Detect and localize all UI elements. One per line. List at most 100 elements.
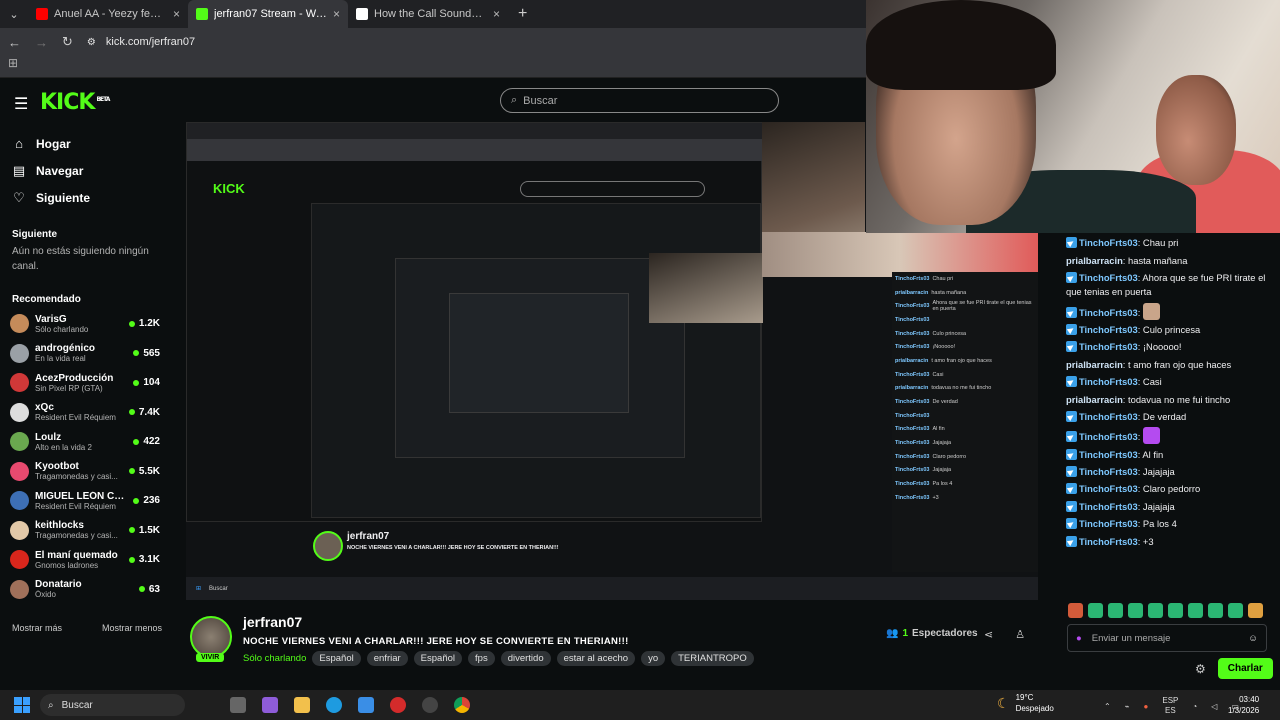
recommended-channel[interactable]: xQc Resident Evil Réquiem 7.4K	[0, 398, 170, 428]
url-text[interactable]: kick.com/jerfran07	[106, 36, 195, 48]
recommended-channel[interactable]: Kyootbot Tragamonedas y casi... 5.5K	[0, 457, 170, 487]
back-icon[interactable]: ←	[8, 35, 21, 50]
send-chat-button[interactable]: Charlar	[1217, 658, 1273, 679]
stream-tag[interactable]: divertido	[500, 651, 551, 666]
chat-message: TinchoFrts03:	[1066, 427, 1274, 445]
streamer-avatar[interactable]	[190, 616, 232, 658]
wifi-icon[interactable]: ◔	[1192, 702, 1197, 711]
chat-settings-gear-icon[interactable]: ⚙	[1195, 662, 1206, 676]
chat-username[interactable]: TinchoFrts03	[1079, 449, 1138, 460]
channel-name: Kyootbot	[35, 461, 79, 473]
tab-close-icon[interactable]: ×	[173, 7, 180, 21]
chat-username[interactable]: TinchoFrts03	[1079, 501, 1138, 512]
record-app-icon[interactable]	[390, 697, 406, 713]
tab-list-chevron-icon[interactable]: ⌄	[0, 8, 28, 21]
channel-avatar	[10, 314, 29, 334]
store-icon[interactable]	[358, 697, 374, 713]
new-tab-button[interactable]: +	[508, 5, 537, 23]
reload-icon[interactable]: ↻	[62, 34, 73, 50]
tray-chevron-icon[interactable]: ⌃	[1104, 702, 1111, 711]
follow-user-icon[interactable]: ♙	[1015, 628, 1025, 641]
chat-message: TinchoFrts03: Pa los 4	[1066, 517, 1274, 531]
obs-icon[interactable]	[422, 697, 438, 713]
chat-username[interactable]: TinchoFrts03	[1079, 483, 1138, 494]
streamer-name[interactable]: jerfran07	[243, 614, 302, 630]
site-info-icon[interactable]: ⚙	[87, 37, 96, 48]
stream-tag[interactable]: estar al acecho	[556, 651, 636, 666]
chat-text: ¡Nooooo!	[1142, 341, 1182, 353]
chat-username[interactable]: TinchoFrts03	[1079, 431, 1138, 442]
chat-username[interactable]: TinchoFrts03	[1079, 411, 1138, 422]
mic-tray-icon[interactable]: ●	[1144, 702, 1149, 711]
recommended-channel[interactable]: AcezProducción Sin Pixel RP (GTA) 104	[0, 368, 170, 398]
file-explorer-icon[interactable]	[294, 697, 310, 713]
apps-grid-icon[interactable]: ⊞	[8, 56, 18, 70]
recommended-channel[interactable]: MIGUEL LEÓN CO... Resident Evil Réquiem …	[0, 486, 170, 516]
sidebar-nav-hogar[interactable]: ⌂ Hogar	[0, 130, 170, 157]
clock[interactable]: 03:40 1/3/2026	[1228, 694, 1259, 716]
chat-username[interactable]: prialbarracin	[1066, 394, 1123, 405]
show-more-button[interactable]: Mostrar más	[12, 623, 62, 633]
sidebar-nav-navegar[interactable]: ▤ Navegar	[0, 157, 170, 184]
recommended-channel[interactable]: keithlocks Tragamonedas y casi... 1.5K	[0, 516, 170, 546]
chat-username[interactable]: prialbarracin	[1066, 359, 1123, 370]
browser-tab[interactable]: Anuel AA - Yeezy feat. Ñengo Flow ×	[28, 0, 188, 28]
chat-username[interactable]: TinchoFrts03	[1079, 307, 1138, 318]
channel-avatar	[10, 550, 29, 570]
stream-tag[interactable]: fps	[468, 651, 495, 666]
tab-close-icon[interactable]: ×	[493, 7, 500, 21]
recommended-channel[interactable]: El maní quemado Gnomos ladrones 3.1K	[0, 545, 170, 575]
stream-tag[interactable]: enfriar	[366, 651, 408, 666]
share-icon[interactable]: ⋖	[984, 628, 993, 641]
browser-tab[interactable]: jerfran07 Stream - Watch Live on Kick ×	[188, 0, 348, 28]
weather-widget[interactable]: ☾ 19°C Despejado	[997, 692, 1054, 714]
chat-username[interactable]: TinchoFrts03	[1079, 341, 1138, 352]
emote-bar[interactable]	[1068, 603, 1268, 619]
chat-username[interactable]: prialbarracin	[1066, 255, 1123, 266]
edge-icon[interactable]	[326, 697, 342, 713]
forward-icon[interactable]: →	[35, 35, 48, 50]
recommended-channel[interactable]: androgénico En la vida real 565	[0, 339, 170, 369]
webcam-overlay	[866, 0, 1280, 233]
language-indicator[interactable]: ESP ES	[1162, 696, 1178, 716]
chat-username[interactable]: TinchoFrts03	[1079, 324, 1138, 335]
stream-tag[interactable]: Español	[312, 651, 361, 666]
recursive-chat-line: TinchoFrts03 Pa los 4	[895, 481, 953, 488]
mic-icon[interactable]: ●	[1076, 633, 1082, 644]
stream-tag[interactable]: TERIANTROPO	[671, 651, 754, 666]
emoji-icon[interactable]: ☺	[1248, 633, 1258, 644]
sidebar-nav-siguiente[interactable]: ♡ Siguiente	[0, 184, 170, 211]
browser-tab-bar: ⌄ Anuel AA - Yeezy feat. Ñengo Flow × je…	[0, 0, 866, 28]
chrome-icon[interactable]	[454, 697, 470, 713]
search-input[interactable]: ⌕ Buscar	[500, 88, 779, 113]
recommended-channel[interactable]: Loulz Alto en la vida 2 422	[0, 427, 170, 457]
chat-username[interactable]: TinchoFrts03	[1079, 272, 1138, 283]
chat-username[interactable]: TinchoFrts03	[1079, 518, 1138, 529]
kick-logo[interactable]: KICK BETA	[40, 90, 110, 115]
network-icon[interactable]: ⌁	[1125, 702, 1130, 711]
chat-username[interactable]: TinchoFrts03	[1079, 376, 1138, 387]
tab-favicon-icon	[36, 8, 48, 20]
browser-tab[interactable]: How the Call Sounds After Zero ×	[348, 0, 508, 28]
task-view-icon[interactable]	[230, 697, 246, 713]
menu-hamburger-icon[interactable]: ☰	[14, 94, 28, 114]
omnibox[interactable]: ⚙ kick.com/jerfran07	[87, 36, 195, 48]
show-less-button[interactable]: Mostrar menos	[102, 623, 162, 633]
chat-username[interactable]: TinchoFrts03	[1079, 466, 1138, 477]
volume-icon[interactable]: ◁	[1211, 702, 1217, 711]
stream-category[interactable]: Sólo charlando	[243, 653, 306, 664]
windows-start-icon[interactable]	[14, 697, 30, 713]
chat-message-input[interactable]: ● Enviar un mensaje ☺	[1067, 624, 1267, 652]
browse-icon: ▤	[12, 162, 26, 178]
copilot-icon[interactable]	[262, 697, 278, 713]
channel-name: Donatario	[35, 579, 82, 591]
stream-tag[interactable]: Español	[413, 651, 463, 666]
tab-close-icon[interactable]: ×	[333, 7, 340, 21]
stream-tag[interactable]: yo	[641, 651, 666, 666]
recommended-channel[interactable]: VarisG Sólo charlando 1.2K	[0, 309, 170, 339]
chat-username[interactable]: TinchoFrts03	[1079, 536, 1138, 547]
recursive-chat-line: TinchoFrts03 Al fin	[895, 426, 945, 433]
taskbar-search[interactable]: ⌕ Buscar	[40, 694, 185, 716]
chat-username[interactable]: TinchoFrts03	[1079, 237, 1138, 248]
recommended-channel[interactable]: Donatario Óxido 63	[0, 575, 170, 605]
